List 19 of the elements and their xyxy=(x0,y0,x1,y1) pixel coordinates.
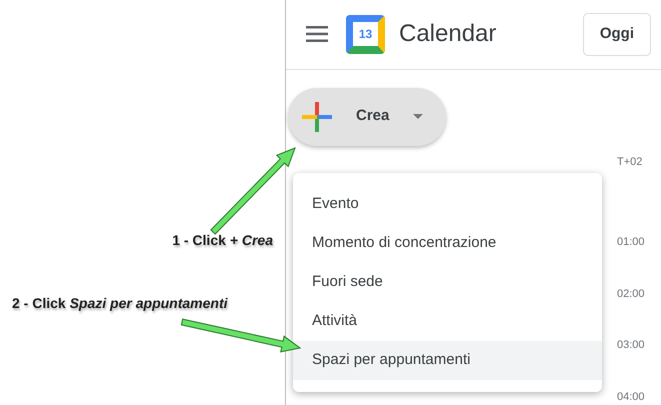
time-label: 03:00 xyxy=(617,338,645,353)
annotation-text: 1 - Click + Crea xyxy=(172,231,273,250)
menu-item[interactable]: Attività xyxy=(293,302,602,341)
menu-icon[interactable] xyxy=(306,26,328,42)
logo-day-number: 13 xyxy=(358,28,372,40)
time-label: 01:00 xyxy=(617,235,645,250)
today-button[interactable]: Oggi xyxy=(582,12,651,56)
menu-item[interactable]: Fuori sede xyxy=(293,263,602,302)
time-label: 02:00 xyxy=(617,286,645,302)
caret-icon xyxy=(413,114,424,119)
menu-item[interactable]: Spazi per appuntamenti xyxy=(293,341,602,380)
timezone-label: T+02 xyxy=(617,154,642,170)
create-button[interactable]: Crea xyxy=(288,88,446,146)
time-label: 04:00 xyxy=(617,390,645,404)
menu-item[interactable]: Evento xyxy=(293,185,602,224)
annotation-text: 2 - Click Spazi per appuntamenti xyxy=(12,294,228,313)
plus-icon xyxy=(302,102,332,132)
menu-item[interactable]: Momento di concentrazione xyxy=(293,224,602,263)
app-title: Calendar xyxy=(399,19,496,50)
